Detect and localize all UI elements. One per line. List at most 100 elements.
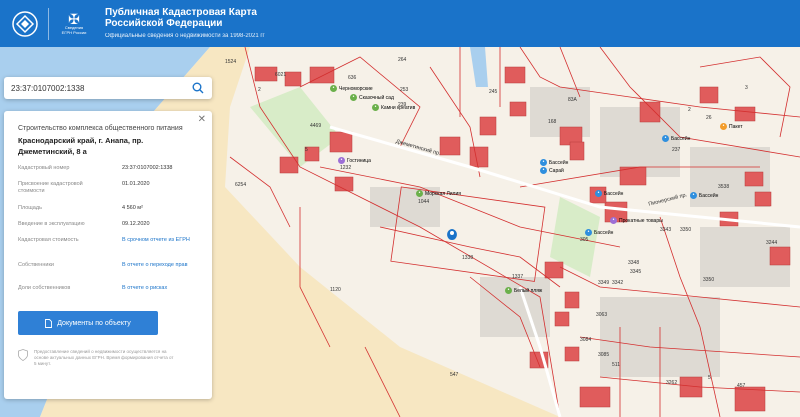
pool-icon: • (585, 229, 592, 236)
poi-icon: • (350, 94, 357, 101)
search-input[interactable] (9, 82, 183, 94)
poi-label: Гостиница (347, 157, 371, 164)
search-icon[interactable] (192, 82, 204, 94)
poi-label: Черноморские (339, 85, 373, 92)
map-parcel-label: 457 (737, 383, 746, 389)
shop-icon: • (720, 123, 727, 130)
map-parcel-label: 3244 (766, 240, 778, 246)
map-parcel-label: 168 (548, 119, 557, 125)
poi-label: Сарай (549, 167, 564, 174)
poi-icon: • (372, 104, 379, 111)
poi-marker[interactable]: • Сказочный сад (350, 94, 394, 101)
eagle-emblem-icon: ✠ (68, 11, 80, 27)
poi-marker[interactable]: • Бассейн (690, 192, 718, 199)
map-parcel-label: 1524 (225, 59, 237, 65)
row-label-area: Площадь (18, 205, 42, 211)
poi-marker[interactable]: • Пакет (720, 123, 743, 130)
map-parcel-label: 3262 (666, 380, 678, 386)
map-parcel-label: 1120 (330, 287, 341, 293)
poi-marker[interactable]: • Камни креатив (372, 104, 415, 111)
map-parcel-label: 547 (450, 372, 459, 378)
map-parcel-label: 3 (745, 85, 748, 91)
row-label-owners: Собственники (18, 262, 54, 268)
poi-marker[interactable]: • Сарай (540, 167, 564, 174)
map-parcel-label: 3084 (580, 337, 592, 343)
poi-label: Камни креатив (381, 104, 416, 111)
poi-marker[interactable]: • Бассейн (595, 190, 623, 197)
header-titles: Публичная Кадастровая Карта Российской Ф… (105, 7, 265, 40)
map-parcel-label: 2 (688, 107, 691, 113)
map-parcel-label: 83А (568, 97, 577, 103)
map-parcel-label: 5 (305, 147, 308, 153)
poi-label: Бассейн (549, 159, 569, 166)
map-parcel-label: 5 (708, 375, 711, 381)
row-label-commissioning: Введение в эксплуатацию (18, 221, 85, 227)
map-parcel-label: 3063 (596, 312, 608, 318)
poi-label: Белый пляж (514, 287, 543, 294)
poi-label: Бассейн (594, 229, 614, 236)
map-parcel-label: 4469 (310, 123, 322, 129)
emblem-caption-2: ЕГРН России (61, 29, 87, 35)
map-parcel-label: 305 (580, 237, 589, 243)
pool-icon: • (595, 190, 602, 197)
poi-marker[interactable]: • Бассейн (662, 135, 690, 142)
pool-icon: • (540, 167, 547, 174)
poi-label: Пакет (729, 123, 743, 130)
app-subtitle: Официальные сведения о недвижимости за 1… (105, 33, 265, 39)
map-parcel-label: 237 (672, 147, 681, 153)
app-header: ✠ Сведения ЕГРН России Публичная Кадастр… (0, 0, 800, 47)
map-parcel-label: 26 (706, 115, 712, 121)
map-parcel-label: 1232 (340, 165, 352, 171)
shield-info-icon (18, 349, 28, 361)
poi-icon: • (610, 217, 617, 224)
pool-icon: • (540, 159, 547, 166)
map-parcel-label: 3349 (598, 280, 610, 286)
poi-marker[interactable]: • Гостиница (338, 157, 371, 164)
beach-icon: • (505, 287, 512, 294)
poi-marker[interactable]: • Прокатные товары (610, 217, 663, 224)
cadastral-search (4, 77, 212, 99)
map-parcel-label: 3350 (703, 277, 715, 283)
poi-label: Морская Лилия (425, 190, 461, 197)
map-parcel-label: 245 (489, 89, 498, 95)
pool-icon: • (662, 135, 669, 142)
poi-marker[interactable]: • Морская Лилия (416, 190, 461, 197)
commissioning-value: 09.12.2020 (122, 221, 150, 227)
poi-label: Бассейн (671, 135, 691, 142)
documents-button-label: Документы по объекту (57, 319, 131, 327)
row-label-cadastral-number: Кадастровый номер (18, 165, 70, 171)
poi-marker[interactable]: • Черноморские (330, 85, 373, 92)
documents-button[interactable]: Документы по объекту (18, 311, 158, 335)
map-parcel-label: 264 (398, 57, 407, 63)
poi-label: Бассейн (604, 190, 624, 197)
map-parcel-label: 3343 (660, 227, 672, 233)
globe-logo-icon[interactable] (10, 9, 40, 39)
map-parcel-label: 511 (612, 362, 620, 368)
owners-link[interactable]: В отчете о переходе прав (122, 262, 208, 269)
shares-link[interactable]: В отчете о рисках (122, 285, 208, 292)
row-label-valuation-date: Присвоение кадастровой стоимости (18, 181, 83, 194)
valuation-date-value: 01.01.2020 (122, 181, 150, 187)
map-parcel-label: 3350 (680, 227, 692, 233)
pool-icon: • (690, 192, 697, 199)
map-parcel-label: 3342 (612, 280, 624, 286)
area-value: 4 560 м² (122, 205, 143, 211)
object-purpose: Строительство комплекса общественного пи… (18, 125, 183, 132)
poi-label: Сказочный сад (359, 94, 394, 101)
cadastral-number-value: 23:37:0107002:1338 (122, 165, 173, 171)
map-parcel-label: 3345 (630, 269, 642, 275)
app-title-line1: Публичная Кадастровая Карта (105, 7, 257, 18)
poi-marker[interactable]: • Белый пляж (505, 287, 542, 294)
close-icon[interactable]: ✕ (198, 114, 206, 125)
header-divider (48, 7, 49, 40)
map-parcel-label: 6254 (235, 182, 247, 188)
map-parcel-label: 1044 (418, 199, 430, 205)
cadastral-value-link[interactable]: В срочном отчете из ЕГРН (122, 237, 208, 244)
map-parcel-label: 2 (258, 87, 261, 93)
map-parcel-label: 3085 (598, 352, 610, 358)
document-icon (45, 318, 53, 328)
row-label-cadastral-value: Кадастровая стоимость (18, 237, 79, 243)
poi-icon: • (330, 85, 337, 92)
poi-marker[interactable]: • Бассейн (585, 229, 613, 236)
poi-marker[interactable]: • Бассейн (540, 159, 568, 166)
